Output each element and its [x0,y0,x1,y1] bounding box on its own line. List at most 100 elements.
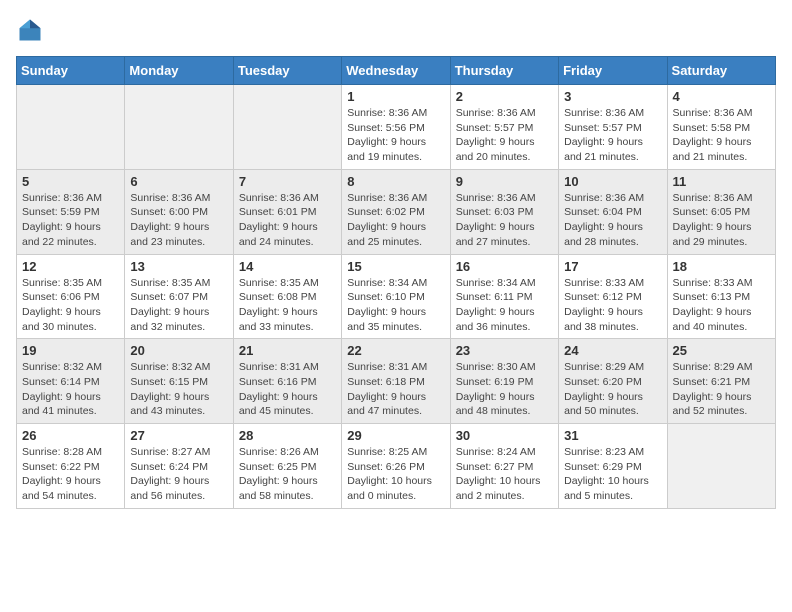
day-info: Sunrise: 8:34 AMSunset: 6:11 PMDaylight:… [456,276,553,335]
day-number: 21 [239,343,336,358]
calendar-cell [125,85,233,170]
calendar-cell: 4 Sunrise: 8:36 AMSunset: 5:58 PMDaylight… [667,85,775,170]
day-info: Sunrise: 8:25 AMSunset: 6:26 PMDaylight:… [347,445,444,504]
calendar-cell: 25Sunrise: 8:29 AMSunset: 6:21 PMDayligh… [667,339,775,424]
day-number: 17 [564,259,661,274]
calendar-cell: 10 Sunrise: 8:36 AMSunset: 6:04 PMDayligh… [559,169,667,254]
calendar-cell: 16 Sunrise: 8:34 AMSunset: 6:11 PMDayligh… [450,254,558,339]
calendar-cell: 11Sunrise: 8:36 AMSunset: 6:05 PMDayligh… [667,169,775,254]
day-number: 9 [456,174,553,189]
calendar-cell: 18 Sunrise: 8:33 AMSunset: 6:13 PMDayligh… [667,254,775,339]
day-number: 29 [347,428,444,443]
logo [16,16,48,44]
day-info: Sunrise: 8:36 AMSunset: 6:05 PMDaylight:… [673,191,770,250]
day-info: Sunrise: 8:32 AMSunset: 6:14 PMDaylight:… [22,360,119,419]
calendar-cell: 9 Sunrise: 8:36 AMSunset: 6:03 PMDaylight… [450,169,558,254]
day-number: 23 [456,343,553,358]
day-info: Sunrise: 8:35 AMSunset: 6:08 PMDaylight:… [239,276,336,335]
calendar-cell: 8 Sunrise: 8:36 AMSunset: 6:02 PMDaylight… [342,169,450,254]
day-info: Sunrise: 8:35 AMSunset: 6:07 PMDaylight:… [130,276,227,335]
day-of-week-header: Monday [125,57,233,85]
day-info: Sunrise: 8:28 AMSunset: 6:22 PMDaylight:… [22,445,119,504]
calendar-cell: 21 Sunrise: 8:31 AMSunset: 6:16 PMDayligh… [233,339,341,424]
day-info: Sunrise: 8:36 AMSunset: 5:57 PMDaylight:… [564,106,661,165]
day-number: 30 [456,428,553,443]
day-of-week-header: Wednesday [342,57,450,85]
day-info: Sunrise: 8:34 AMSunset: 6:10 PMDaylight:… [347,276,444,335]
page-header [16,16,776,44]
calendar-cell: 5 Sunrise: 8:36 AMSunset: 5:59 PMDaylight… [17,169,125,254]
calendar-body: 1 Sunrise: 8:36 AMSunset: 5:56 PMDaylight… [17,85,776,509]
day-number: 15 [347,259,444,274]
calendar-header: SundayMondayTuesdayWednesdayThursdayFrid… [17,57,776,85]
day-number: 3 [564,89,661,104]
day-info: Sunrise: 8:36 AMSunset: 5:59 PMDaylight:… [22,191,119,250]
day-number: 5 [22,174,119,189]
day-number: 26 [22,428,119,443]
day-info: Sunrise: 8:31 AMSunset: 6:16 PMDaylight:… [239,360,336,419]
day-number: 14 [239,259,336,274]
day-number: 28 [239,428,336,443]
day-of-week-header: Thursday [450,57,558,85]
day-number: 19 [22,343,119,358]
day-number: 6 [130,174,227,189]
day-info: Sunrise: 8:36 AMSunset: 5:58 PMDaylight:… [673,106,770,165]
calendar-cell: 24 Sunrise: 8:29 AMSunset: 6:20 PMDayligh… [559,339,667,424]
day-info: Sunrise: 8:26 AMSunset: 6:25 PMDaylight:… [239,445,336,504]
day-number: 10 [564,174,661,189]
calendar-cell: 13 Sunrise: 8:35 AMSunset: 6:07 PMDayligh… [125,254,233,339]
day-info: Sunrise: 8:36 AMSunset: 6:02 PMDaylight:… [347,191,444,250]
day-info: Sunrise: 8:36 AMSunset: 6:04 PMDaylight:… [564,191,661,250]
calendar-cell: 30Sunrise: 8:24 AMSunset: 6:27 PMDayligh… [450,424,558,509]
calendar-cell: 3 Sunrise: 8:36 AMSunset: 5:57 PMDaylight… [559,85,667,170]
day-number: 12 [22,259,119,274]
day-of-week-header: Tuesday [233,57,341,85]
day-number: 4 [673,89,770,104]
day-number: 1 [347,89,444,104]
day-of-week-header: Saturday [667,57,775,85]
calendar-cell: 2Sunrise: 8:36 AMSunset: 5:57 PMDaylight… [450,85,558,170]
calendar-cell: 29 Sunrise: 8:25 AMSunset: 6:26 PMDayligh… [342,424,450,509]
day-number: 25 [673,343,770,358]
calendar-cell [233,85,341,170]
calendar-week: 19 Sunrise: 8:32 AMSunset: 6:14 PMDayligh… [17,339,776,424]
calendar-week: 12Sunrise: 8:35 AMSunset: 6:06 PMDayligh… [17,254,776,339]
day-info: Sunrise: 8:36 AMSunset: 6:00 PMDaylight:… [130,191,227,250]
day-of-week-header: Friday [559,57,667,85]
day-info: Sunrise: 8:32 AMSunset: 6:15 PMDaylight:… [130,360,227,419]
day-number: 27 [130,428,227,443]
day-number: 8 [347,174,444,189]
day-info: Sunrise: 8:31 AMSunset: 6:18 PMDaylight:… [347,360,444,419]
calendar-cell: 17 Sunrise: 8:33 AMSunset: 6:12 PMDayligh… [559,254,667,339]
day-info: Sunrise: 8:36 AMSunset: 5:57 PMDaylight:… [456,106,553,165]
calendar-cell: 23Sunrise: 8:30 AMSunset: 6:19 PMDayligh… [450,339,558,424]
day-of-week-header: Sunday [17,57,125,85]
day-info: Sunrise: 8:29 AMSunset: 6:20 PMDaylight:… [564,360,661,419]
day-number: 13 [130,259,227,274]
calendar-cell: 19 Sunrise: 8:32 AMSunset: 6:14 PMDayligh… [17,339,125,424]
day-info: Sunrise: 8:33 AMSunset: 6:13 PMDaylight:… [673,276,770,335]
calendar-cell: 22 Sunrise: 8:31 AMSunset: 6:18 PMDayligh… [342,339,450,424]
calendar-week: 5 Sunrise: 8:36 AMSunset: 5:59 PMDaylight… [17,169,776,254]
day-number: 7 [239,174,336,189]
calendar-cell: 20 Sunrise: 8:32 AMSunset: 6:15 PMDayligh… [125,339,233,424]
calendar-cell: 14 Sunrise: 8:35 AMSunset: 6:08 PMDayligh… [233,254,341,339]
day-info: Sunrise: 8:36 AMSunset: 5:56 PMDaylight:… [347,106,444,165]
day-number: 18 [673,259,770,274]
day-info: Sunrise: 8:33 AMSunset: 6:12 PMDaylight:… [564,276,661,335]
calendar-cell [17,85,125,170]
calendar-cell: 12Sunrise: 8:35 AMSunset: 6:06 PMDayligh… [17,254,125,339]
day-info: Sunrise: 8:23 AMSunset: 6:29 PMDaylight:… [564,445,661,504]
day-number: 22 [347,343,444,358]
day-info: Sunrise: 8:36 AMSunset: 6:03 PMDaylight:… [456,191,553,250]
day-info: Sunrise: 8:36 AMSunset: 6:01 PMDaylight:… [239,191,336,250]
day-number: 24 [564,343,661,358]
calendar-cell: 28 Sunrise: 8:26 AMSunset: 6:25 PMDayligh… [233,424,341,509]
logo-icon [16,16,44,44]
day-info: Sunrise: 8:27 AMSunset: 6:24 PMDaylight:… [130,445,227,504]
day-number: 20 [130,343,227,358]
calendar-cell: 1 Sunrise: 8:36 AMSunset: 5:56 PMDaylight… [342,85,450,170]
calendar-cell: 15 Sunrise: 8:34 AMSunset: 6:10 PMDayligh… [342,254,450,339]
day-number: 16 [456,259,553,274]
calendar-cell: 6 Sunrise: 8:36 AMSunset: 6:00 PMDaylight… [125,169,233,254]
